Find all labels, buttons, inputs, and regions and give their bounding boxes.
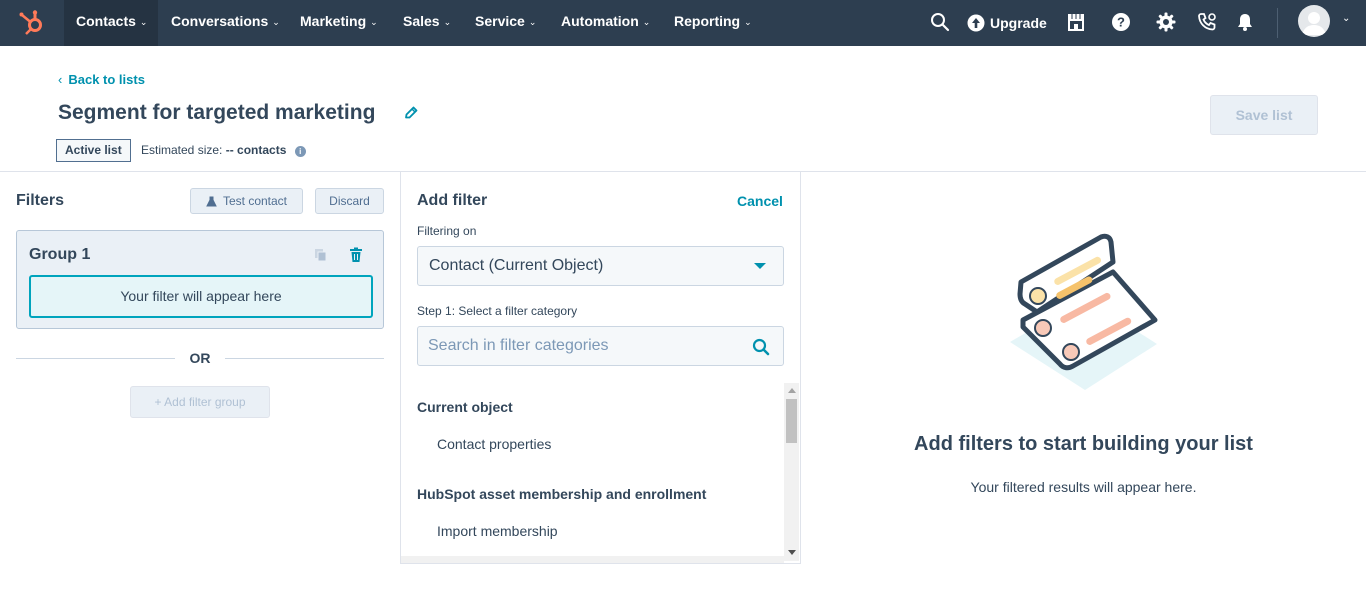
vertical-scrollbar[interactable] — [784, 383, 799, 561]
help-icon[interactable]: ? — [1110, 11, 1132, 33]
calling-icon[interactable] — [1196, 11, 1218, 33]
chevron-left-icon: ‹ — [58, 72, 63, 87]
nav-item-contacts[interactable]: Contacts ⌄ — [64, 0, 158, 46]
discard-button[interactable]: Discard — [315, 188, 384, 214]
avatar[interactable] — [1298, 5, 1330, 37]
chevron-down-icon: ⌄ — [642, 17, 651, 27]
flask-icon — [206, 196, 217, 206]
step1-label: Step 1: Select a filter category — [417, 304, 578, 318]
svg-text:?: ? — [1117, 15, 1125, 30]
settings-icon[interactable] — [1155, 11, 1177, 33]
scroll-down-icon[interactable] — [788, 550, 796, 555]
info-icon[interactable]: i — [294, 146, 306, 157]
or-divider-left — [16, 358, 175, 359]
scroll-up-icon[interactable] — [788, 388, 796, 393]
horizontal-scrollbar[interactable] — [401, 556, 784, 563]
nav-item-automation[interactable]: Automation ⌄ — [561, 0, 650, 46]
list-item-import-membership[interactable]: Import membership — [437, 523, 558, 539]
chevron-down-icon: ⌄ — [744, 17, 752, 27]
scrollbar-thumb[interactable] — [786, 399, 797, 443]
notifications-icon[interactable] — [1234, 11, 1256, 33]
group-title: Group 1 — [29, 246, 91, 263]
back-to-lists-link[interactable]: ‹ Back to lists — [58, 72, 145, 87]
save-list-button[interactable]: Save list — [1210, 95, 1318, 135]
hubspot-logo-icon[interactable] — [18, 9, 46, 37]
filter-placeholder: Your filter will appear here — [29, 275, 373, 318]
search-icon[interactable] — [752, 338, 770, 356]
marketplace-icon[interactable] — [1065, 11, 1087, 33]
nav-item-reporting[interactable]: Reporting ⌄ — [674, 0, 752, 46]
estimated-size: Estimated size: -- contacts i — [141, 143, 306, 157]
empty-state-title: Add filters to start building your list — [914, 433, 1253, 455]
test-contact-button[interactable]: Test contact — [190, 188, 303, 214]
page-title: Segment for targeted marketing — [58, 101, 376, 124]
nav-item-marketing[interactable]: Marketing ⌄ — [300, 0, 378, 46]
list-item-contact-properties[interactable]: Contact properties — [437, 436, 551, 452]
list-type-tag: Active list — [56, 139, 131, 162]
pencil-edit-icon[interactable] — [403, 105, 419, 121]
chevron-down-icon: ⌄ — [443, 17, 452, 27]
nav-item-sales[interactable]: Sales ⌄ — [403, 0, 451, 46]
add-filter-heading: Add filter — [417, 192, 488, 209]
chevron-down-icon: ⌄ — [139, 17, 148, 27]
filters-heading: Filters — [16, 192, 65, 209]
cancel-button[interactable]: Cancel — [737, 193, 783, 209]
chevron-down-icon[interactable]: ⌄ — [1342, 13, 1350, 24]
chevron-down-icon: ⌄ — [370, 17, 378, 27]
chevron-down-icon: ⌄ — [528, 17, 537, 27]
chevron-down-icon: ⌄ — [272, 17, 280, 27]
search-input[interactable] — [418, 327, 738, 365]
nav-item-conversations[interactable]: Conversations ⌄ — [171, 0, 280, 46]
trash-icon[interactable] — [349, 247, 363, 263]
filter-group: Group 1 Your filter will appear here — [16, 230, 384, 329]
nav-item-service[interactable]: Service ⌄ — [475, 0, 536, 46]
top-navigation-bar: Contacts ⌄ Conversations ⌄ Marketing ⌄ Sale… — [0, 0, 1366, 46]
add-filter-group-button[interactable]: + Add filter group — [130, 386, 270, 418]
filtering-on-select[interactable]: Contact (Current Object) — [417, 246, 784, 286]
user-avatar-icon — [1302, 12, 1326, 35]
clone-icon[interactable] — [314, 248, 328, 262]
filter-category-search — [417, 326, 784, 366]
upgrade-arrow-icon — [967, 14, 985, 32]
upgrade-button[interactable]: Upgrade — [967, 12, 1047, 34]
section-heading-current-object: Current object — [417, 399, 513, 415]
search-icon[interactable] — [929, 11, 951, 33]
or-label: OR — [189, 350, 211, 366]
caret-down-icon — [754, 263, 766, 269]
or-divider-right — [225, 358, 384, 359]
filtering-on-label: Filtering on — [417, 224, 477, 238]
section-heading-asset-membership: HubSpot asset membership and enrollment — [417, 486, 707, 502]
empty-state-subtitle: Your filtered results will appear here. — [970, 479, 1197, 495]
empty-state-illustration — [1010, 233, 1158, 390]
nav-divider — [1277, 8, 1278, 38]
